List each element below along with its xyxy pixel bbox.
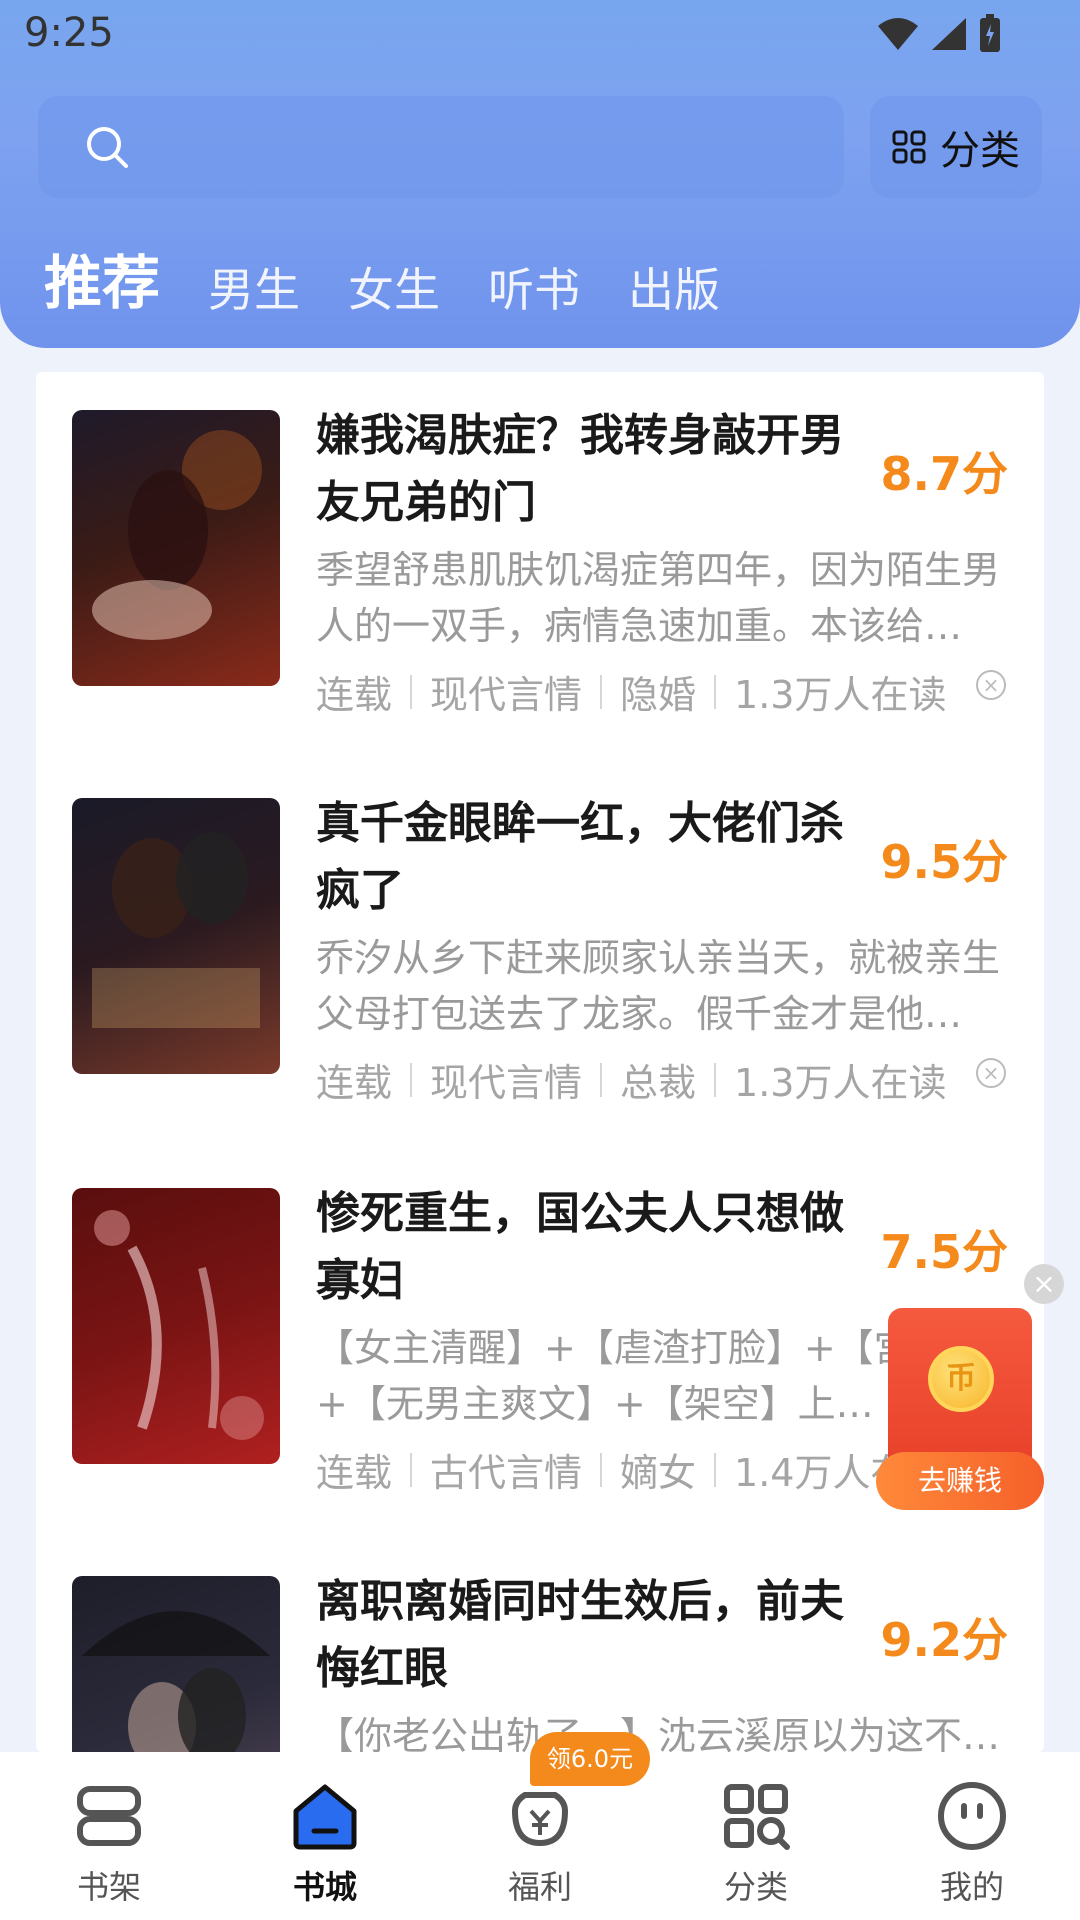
- tab-recommend[interactable]: 推荐: [44, 236, 160, 320]
- earn-money-button[interactable]: 去赚钱: [876, 1452, 1044, 1510]
- divider: [714, 1452, 717, 1487]
- close-floating-icon[interactable]: ×: [1024, 1264, 1064, 1304]
- book-tag: 总裁: [620, 1061, 697, 1105]
- divider: [600, 674, 603, 709]
- category-button-label: 分类: [940, 128, 1020, 174]
- coin-icon: 币: [928, 1346, 994, 1412]
- nav-label: 书城: [292, 1868, 357, 1906]
- book-tag: 连载: [316, 1451, 393, 1495]
- nav-category[interactable]: 分类: [681, 1776, 831, 1908]
- tab-male[interactable]: 男生: [208, 254, 300, 320]
- wifi-icon: [878, 18, 918, 50]
- divider: [410, 1452, 413, 1487]
- red-packet[interactable]: 币: [888, 1308, 1032, 1472]
- book-item[interactable]: 嫌我渴肤症？我转身敲开男友兄弟的门 8.7分 季望舒患肌肤饥渴症第四年，因为陌生…: [36, 372, 1044, 762]
- book-title[interactable]: 离职离婚同时生效后，前夫悔红眼: [316, 1568, 876, 1702]
- status-bar: 9:25: [0, 0, 1080, 80]
- battery-icon: [980, 14, 1000, 52]
- category-button[interactable]: 分类: [870, 96, 1042, 198]
- nav-label: 分类: [723, 1868, 788, 1906]
- status-time: 9:25: [24, 10, 114, 56]
- book-cover[interactable]: [72, 798, 280, 1074]
- bookstore-icon: [293, 1784, 357, 1850]
- book-tag: 连载: [316, 1061, 393, 1105]
- book-readers: 1.3万人在读: [734, 673, 947, 717]
- book-tags: 连载 古代言情 嫡女 1.4万人在读: [316, 1442, 946, 1497]
- dismiss-icon[interactable]: ×: [976, 1058, 1006, 1088]
- cover-art-icon: [82, 1611, 270, 1752]
- welfare-icon: [511, 1792, 569, 1847]
- status-icons: [876, 14, 1002, 54]
- book-score: 9.5分: [880, 835, 1009, 889]
- nav-bookshelf[interactable]: 书架: [34, 1776, 184, 1908]
- tab-audio[interactable]: 听书: [488, 254, 580, 320]
- book-title[interactable]: 惨死重生，国公夫人只想做寡妇: [316, 1180, 876, 1314]
- book-tag: 连载: [316, 673, 393, 717]
- grid-icon: [892, 130, 926, 164]
- book-item[interactable]: 离职离婚同时生效后，前夫悔红眼 9.2分 【你老公出轨了…】沈云溪原以为这不…: [36, 1538, 1044, 1752]
- book-tag: 现代言情: [430, 1061, 583, 1105]
- book-tags: 连载 现代言情 总裁 1.3万人在读: [316, 1052, 946, 1107]
- nav-label: 书架: [76, 1868, 141, 1906]
- book-score: 7.5分: [880, 1225, 1009, 1279]
- bottom-nav: 书架 书城 福利 分类 我的 领6.0元: [0, 1732, 1080, 1920]
- search-bar[interactable]: [38, 96, 844, 198]
- bookshelf-icon: [77, 1786, 141, 1846]
- tab-bar: 推荐 男生 女生 听书 出版: [44, 236, 720, 320]
- book-cover[interactable]: [72, 1188, 280, 1464]
- nav-label: 福利: [507, 1868, 572, 1906]
- book-tag: 隐婚: [620, 673, 697, 717]
- book-title[interactable]: 真千金眼眸一红，大佬们杀疯了: [316, 790, 876, 924]
- book-description: 乔汐从乡下赶来顾家认亲当天，就被亲生父母打包送去了龙家。假千金才是他…: [316, 936, 1001, 1036]
- book-title[interactable]: 嫌我渴肤症？我转身敲开男友兄弟的门: [316, 402, 876, 536]
- cover-art-icon: [94, 1210, 264, 1440]
- nav-bookstore[interactable]: 书城: [250, 1776, 400, 1908]
- book-tag: 现代言情: [430, 673, 583, 717]
- divider: [600, 1452, 603, 1487]
- book-tag: 嫡女: [620, 1451, 697, 1495]
- divider: [600, 1062, 603, 1097]
- header: 9:25 分类 推荐 男生 女生 听书 出版: [0, 0, 1080, 348]
- nav-label: 我的: [939, 1868, 1004, 1906]
- search-icon: [87, 127, 128, 168]
- book-readers: 1.3万人在读: [734, 1061, 947, 1105]
- category-icon: [724, 1784, 790, 1850]
- book-cover[interactable]: [72, 410, 280, 686]
- tab-publish[interactable]: 出版: [628, 254, 720, 320]
- book-tag: 古代言情: [430, 1451, 583, 1495]
- book-cover[interactable]: [72, 1576, 280, 1752]
- nav-welfare[interactable]: 福利: [465, 1776, 615, 1908]
- divider: [714, 674, 717, 709]
- nav-profile[interactable]: 我的: [897, 1776, 1047, 1908]
- book-description: 【你老公出轨了…】沈云溪原以为这不…: [316, 1714, 1001, 1752]
- divider: [714, 1062, 717, 1097]
- divider: [410, 674, 413, 709]
- cover-art-icon: [92, 430, 262, 640]
- divider: [410, 1062, 413, 1097]
- book-list: 嫌我渴肤症？我转身敲开男友兄弟的门 8.7分 季望舒患肌肤饥渴症第四年，因为陌生…: [36, 372, 1044, 1752]
- book-tags: 连载 现代言情 隐婚 1.3万人在读: [316, 664, 946, 719]
- cover-art-icon: [92, 832, 260, 1028]
- book-item[interactable]: 真千金眼眸一红，大佬们杀疯了 9.5分 乔汐从乡下赶来顾家认亲当天，就被亲生父母…: [36, 760, 1044, 1150]
- dismiss-icon[interactable]: ×: [976, 670, 1006, 700]
- book-description: 季望舒患肌肤饥渴症第四年，因为陌生男人的一双手，病情急速加重。本该给…: [316, 548, 1001, 648]
- tab-female[interactable]: 女生: [348, 254, 440, 320]
- book-score: 9.2分: [880, 1613, 1009, 1667]
- welfare-badge: 领6.0元: [530, 1732, 650, 1786]
- signal-icon: [932, 18, 966, 50]
- profile-icon: [938, 1782, 1006, 1850]
- book-score: 8.7分: [880, 447, 1009, 501]
